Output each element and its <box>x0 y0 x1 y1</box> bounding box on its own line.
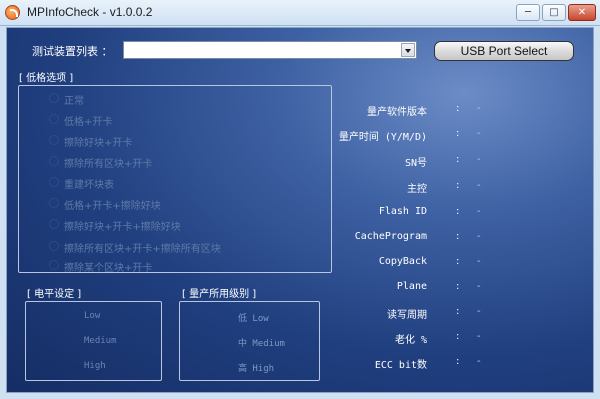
voltage-label: [ 电平设定 ] <box>27 289 82 300</box>
format-option[interactable]: 擦除所有区块+开卡+擦除所有区块 <box>49 240 221 255</box>
radio-icon <box>49 114 59 124</box>
info-value-ecc-bits: - <box>477 356 481 367</box>
info-colon: : <box>456 356 460 367</box>
close-button[interactable]: ✕ <box>568 4 596 21</box>
format-option[interactable]: 擦除好块+开卡+擦除好块 <box>49 218 181 233</box>
minimize-button[interactable]: ─ <box>516 4 540 21</box>
chevron-down-icon[interactable] <box>401 43 415 57</box>
voltage-option-high[interactable]: High <box>84 361 106 371</box>
usb-port-select-button[interactable]: USB Port Select <box>434 41 574 61</box>
info-value-pe-cycles: - <box>477 306 481 317</box>
window-title: MPInfoCheck - v1.0.0.2 <box>27 5 153 19</box>
voltage-option-medium[interactable]: Medium <box>84 336 117 346</box>
info-value-copyback: - <box>477 256 481 267</box>
info-label-flash-id: Flash ID <box>378 206 427 217</box>
format-options-group: 正常 低格+开卡 擦除好块+开卡 擦除所有区块+开卡 重建坏块表 低格+开卡+擦… <box>18 85 332 274</box>
info-value-software-version: - <box>477 103 481 114</box>
radio-icon <box>49 177 59 187</box>
info-colon: : <box>456 256 460 267</box>
radio-icon <box>49 219 59 229</box>
maximize-button[interactable]: □ <box>542 4 566 21</box>
production-level-label: [ 量产所用级别 ] <box>182 289 257 300</box>
title-bar: MPInfoCheck - v1.0.0.2 ─ □ ✕ <box>0 0 600 26</box>
radio-icon <box>49 156 59 166</box>
level-option-medium[interactable]: 中 Medium <box>238 336 285 349</box>
format-option[interactable]: 重建坏块表 <box>49 176 114 191</box>
info-label-controller: 主控 <box>407 184 427 195</box>
info-value-flash-id: - <box>477 206 481 217</box>
info-colon: : <box>456 206 460 217</box>
info-label-pe-cycles: 读写周期 <box>387 310 427 321</box>
info-value-production-time: - <box>477 128 481 139</box>
production-level-group: 低 Low 中 Medium 高 High <box>179 301 320 381</box>
level-option-high[interactable]: 高 High <box>238 361 274 374</box>
info-label-copyback: CopyBack <box>378 256 427 267</box>
voltage-group: Low Medium High <box>25 301 162 381</box>
main-panel: 测试装置列表 ： USB Port Select [ 低格选项 ] 正常 低格+… <box>6 27 594 393</box>
info-label-plane: Plane <box>396 281 427 292</box>
info-value-controller: - <box>477 180 481 191</box>
device-list-select[interactable] <box>123 41 417 59</box>
device-list-label: 测试装置列表 ： <box>32 45 113 58</box>
info-value-sn: - <box>477 154 481 165</box>
info-label-sn: SN号 <box>404 158 427 169</box>
info-label-ecc-bits: ECC bit数 <box>374 360 427 371</box>
info-colon: : <box>456 128 460 139</box>
info-value-aging: - <box>477 331 481 342</box>
info-label-software-version: 量产软件版本 <box>367 107 427 118</box>
format-option[interactable]: 低格+开卡 <box>49 113 112 128</box>
app-rss-icon <box>5 5 20 20</box>
radio-icon <box>49 135 59 145</box>
radio-icon <box>49 93 59 103</box>
info-colon: : <box>456 281 460 292</box>
info-value-plane: - <box>477 281 481 292</box>
info-label-aging: 老化 % <box>394 335 427 346</box>
info-colon: : <box>456 103 460 114</box>
radio-icon <box>49 241 59 251</box>
format-option[interactable]: 低格+开卡+擦除好块 <box>49 197 161 212</box>
format-option[interactable]: 擦除好块+开卡 <box>49 134 132 149</box>
radio-icon <box>49 260 59 270</box>
format-option[interactable]: 正常 <box>49 92 84 107</box>
info-value-cache-program: - <box>477 231 481 242</box>
info-label-production-time: 量产时间 (Y/M/D) <box>338 132 427 143</box>
level-option-low[interactable]: 低 Low <box>238 311 269 324</box>
info-colon: : <box>456 331 460 342</box>
voltage-option-low[interactable]: Low <box>84 311 100 321</box>
radio-icon <box>49 198 59 208</box>
info-label-cache-program: CacheProgram <box>354 231 427 242</box>
info-colon: : <box>456 306 460 317</box>
format-option[interactable]: 擦除某个区块+开卡 <box>49 259 152 274</box>
format-option[interactable]: 擦除所有区块+开卡 <box>49 155 152 170</box>
info-colon: : <box>456 180 460 191</box>
format-options-label: [ 低格选项 ] <box>19 73 74 84</box>
info-colon: : <box>456 154 460 165</box>
info-colon: : <box>456 231 460 242</box>
